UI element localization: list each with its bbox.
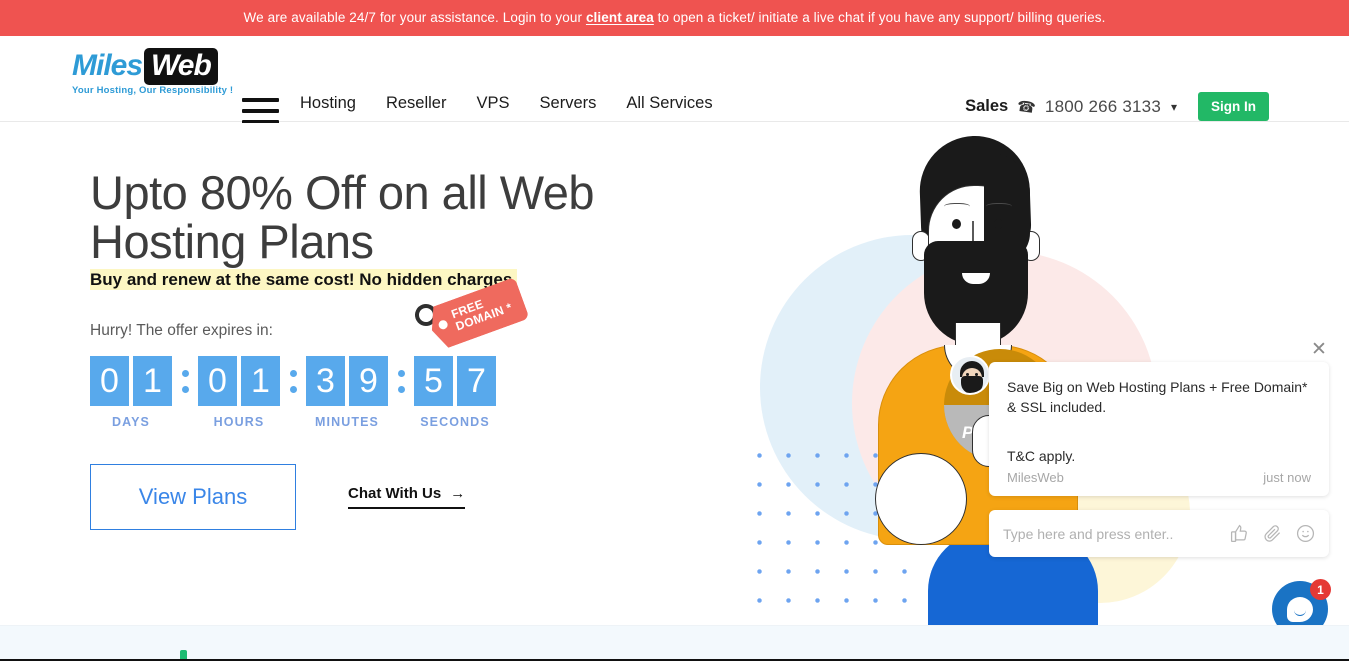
- site-header: Miles Web Your Hosting, Our Responsibili…: [0, 36, 1349, 124]
- countdown-group-seconds: 5 7 SECONDS: [414, 356, 496, 429]
- sales-label: Sales: [965, 97, 1009, 115]
- primary-nav: Hosting Reseller VPS Servers All Service…: [300, 94, 713, 113]
- separator-dot-top: [397, 369, 405, 377]
- countdown-label-hours: HOURS: [213, 415, 265, 430]
- countdown-label-seconds: SECONDS: [420, 415, 490, 430]
- countdown-seconds-digit-1: 5: [414, 356, 453, 407]
- nav-item-vps[interactable]: VPS: [476, 94, 509, 113]
- chat-input-container[interactable]: Type here and press enter..: [989, 510, 1329, 557]
- countdown-minutes-digits: 3 9: [306, 356, 388, 407]
- countdown-timer: 0 1 DAYS 0 1 HOURS 3 9 MINUTES 5 7 SECON…: [90, 356, 730, 429]
- free-domain-tag: FREE DOMAIN *: [411, 284, 535, 346]
- countdown-hours-digits: 0 1: [198, 356, 280, 407]
- logo-web-box: Web: [144, 47, 218, 85]
- view-plans-button[interactable]: View Plans: [90, 464, 296, 531]
- page-title: Upto 80% Off on all Web Hosting Plans: [90, 168, 730, 267]
- hero-content: Upto 80% Off on all Web Hosting Plans FR…: [90, 168, 730, 531]
- countdown-days-digit-2: 1: [133, 356, 172, 407]
- countdown-minutes-digit-2: 9: [349, 356, 388, 407]
- chat-sender-name: MilesWeb: [1007, 470, 1064, 485]
- next-section-strip: [0, 625, 1349, 661]
- phone-icon: ☎: [1016, 97, 1037, 117]
- countdown-group-days: 0 1 DAYS: [90, 356, 172, 429]
- chevron-down-icon[interactable]: ▾: [1171, 100, 1177, 114]
- countdown-separator-3: [388, 356, 414, 406]
- hero-title-line-1: Upto 80% Off on all Web: [90, 166, 595, 219]
- emoji-icon[interactable]: [1296, 524, 1315, 543]
- page-root: We are available 24/7 for your assistanc…: [0, 0, 1349, 661]
- countdown-separator-1: [172, 356, 198, 406]
- countdown-group-hours: 0 1 HOURS: [198, 356, 280, 429]
- character-eye-left: [952, 219, 961, 229]
- hamburger-bar-2: [242, 109, 279, 113]
- countdown-hours-digit-1: 0: [198, 356, 237, 407]
- chat-input[interactable]: Type here and press enter..: [1003, 526, 1230, 542]
- nav-item-hosting[interactable]: Hosting: [300, 94, 356, 113]
- tag-body: FREE DOMAIN *: [424, 277, 529, 351]
- sales-phone-number[interactable]: 1800 266 3133: [1045, 97, 1161, 117]
- header-right-group: Sales ☎ 1800 266 3133 ▾ Sign In: [965, 92, 1269, 121]
- chat-with-us-link[interactable]: Chat With Us →: [348, 485, 466, 510]
- client-area-link[interactable]: client area: [586, 10, 654, 25]
- countdown-days-digits: 0 1: [90, 356, 172, 407]
- countdown-seconds-digit-2: 7: [457, 356, 496, 407]
- announcement-text-after: to open a ticket/ initiate a live chat i…: [653, 10, 1106, 26]
- chat-timestamp: just now: [1263, 470, 1311, 485]
- countdown-separator-2: [280, 356, 306, 406]
- separator-dot-bottom: [397, 385, 405, 393]
- hamburger-icon[interactable]: [242, 98, 279, 124]
- logo-tagline: Your Hosting, Our Responsibility !: [72, 85, 234, 96]
- hero-cta-group: View Plans Chat With Us →: [90, 464, 730, 531]
- chat-with-us-label: Chat With Us: [348, 485, 442, 503]
- character-brow-right: [986, 203, 1012, 212]
- thumbs-up-icon[interactable]: [1230, 524, 1249, 543]
- tag-text: FREE DOMAIN *: [450, 289, 515, 334]
- nav-item-servers[interactable]: Servers: [540, 94, 597, 113]
- countdown-seconds-digits: 5 7: [414, 356, 496, 407]
- nav-item-all-services[interactable]: All Services: [626, 94, 712, 113]
- paperclip-icon[interactable]: [1263, 524, 1282, 543]
- nav-item-reseller[interactable]: Reseller: [386, 94, 447, 113]
- chat-message-text: Save Big on Web Hosting Plans + Free Dom…: [1007, 379, 1308, 415]
- avatar-beard: [961, 376, 983, 393]
- chat-bubble-icon: [1287, 596, 1313, 622]
- separator-dot-top: [181, 369, 189, 377]
- close-icon[interactable]: ✕: [1310, 340, 1328, 359]
- avatar: [950, 355, 990, 395]
- countdown-group-minutes: 3 9 MINUTES: [306, 356, 388, 429]
- countdown-minutes-digit-1: 3: [306, 356, 345, 407]
- chat-input-icons: [1230, 524, 1315, 543]
- separator-dot-top: [289, 369, 297, 377]
- logo-wordmark: Miles Web: [72, 47, 232, 85]
- countdown-label-days: DAYS: [112, 415, 150, 430]
- chat-terms-text: T&C apply.: [1007, 448, 1076, 464]
- announcement-text-before: We are available 24/7 for your assistanc…: [243, 10, 586, 26]
- character-brow-left: [944, 203, 970, 212]
- hero-title-line-2: Hosting Plans: [90, 215, 374, 269]
- countdown-caption: Hurry! The offer expires in:: [90, 322, 273, 340]
- separator-dot-bottom: [289, 385, 297, 393]
- countdown-days-digit-1: 0: [90, 356, 129, 407]
- arrow-right-icon: →: [450, 485, 466, 503]
- character-arm: [875, 453, 967, 545]
- logo[interactable]: Miles Web Your Hosting, Our Responsibili…: [72, 47, 234, 96]
- hero-subtitle-wrap: Buy and renew at the same cost! No hidde…: [90, 267, 730, 293]
- avatar-eye-left: [966, 373, 969, 376]
- chat-unread-badge: 1: [1310, 579, 1331, 600]
- chat-bubble-smile: [1294, 610, 1306, 616]
- separator-dot-bottom: [181, 385, 189, 393]
- tag-hole: [437, 319, 449, 331]
- countdown-hours-digit-2: 1: [241, 356, 280, 407]
- chat-message-meta: MilesWeb just now: [1007, 470, 1311, 485]
- avatar-eye-right: [975, 373, 978, 376]
- announcement-text: We are available 24/7 for your assistanc…: [244, 11, 1106, 25]
- hamburger-bar-1: [242, 98, 279, 102]
- logo-text-web: Web: [151, 48, 212, 82]
- character-eye-right: [994, 219, 1003, 229]
- logo-text-miles: Miles: [72, 49, 143, 82]
- chat-message-card: Save Big on Web Hosting Plans + Free Dom…: [989, 362, 1329, 496]
- countdown-label-minutes: MINUTES: [315, 415, 379, 430]
- sign-in-button[interactable]: Sign In: [1198, 92, 1269, 121]
- announcement-bar: We are available 24/7 for your assistanc…: [0, 0, 1349, 36]
